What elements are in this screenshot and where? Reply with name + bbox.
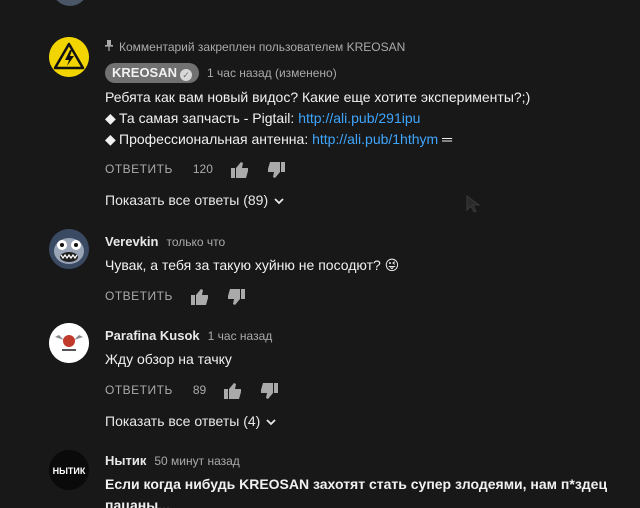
comment-text: Ребята как вам новый видос? Какие еще хо… (105, 87, 620, 150)
comments-section: Комментарий закреплен пользователем KREO… (0, 0, 640, 508)
reply-button[interactable]: ОТВЕТИТЬ (105, 286, 173, 306)
dislike-icon[interactable] (227, 288, 245, 305)
avatar[interactable] (52, 0, 88, 6)
svg-text:НЫТИК: НЫТИК (53, 466, 86, 476)
mouse-cursor-icon (466, 195, 482, 213)
chevron-down-icon (274, 190, 284, 210)
reply-button[interactable]: ОТВЕТИТЬ (105, 380, 173, 400)
diamond-icon: ◆ (105, 131, 116, 147)
comment-timestamp[interactable]: 1 час назад (208, 329, 273, 343)
verified-check-icon: ✓ (180, 69, 193, 81)
comment-author[interactable]: Verevkin (105, 234, 159, 249)
avatar[interactable] (49, 229, 89, 269)
nytik-logo-icon: НЫТИК (49, 450, 89, 490)
like-count: 89 (192, 383, 207, 397)
avatar[interactable] (49, 323, 89, 363)
like-icon[interactable] (230, 161, 249, 178)
antenna-link[interactable]: http://ali.pub/1hthym (312, 131, 438, 147)
monster-face-icon (49, 229, 89, 269)
pigtail-link[interactable]: http://ali.pub/291ipu (298, 110, 420, 126)
diamond-icon: ◆ (105, 110, 116, 126)
reply-button[interactable]: ОТВЕТИТЬ (105, 159, 173, 179)
avatar[interactable] (49, 37, 89, 77)
comment-timestamp[interactable]: 1 час назад (изменено) (207, 66, 337, 80)
dislike-icon[interactable] (260, 382, 279, 399)
comment-text: Если когда нибудь KREOSAN захотят стать … (105, 476, 608, 508)
comment-actions: ОТВЕТИТЬ 89 (105, 380, 620, 400)
comment-actions: ОТВЕТИТЬ (105, 286, 620, 306)
like-count: 120 (192, 162, 213, 176)
comment-author[interactable]: Нытик (105, 453, 146, 468)
show-replies-button[interactable]: Показать все ответы (89) (105, 190, 620, 210)
like-icon[interactable] (190, 288, 209, 305)
comment-timestamp[interactable]: 50 минут назад (154, 454, 239, 468)
pinned-label: Комментарий закреплен пользователем KREO… (105, 39, 620, 55)
avatar[interactable]: НЫТИК (49, 450, 89, 490)
comment-actions: ОТВЕТИТЬ 120 (105, 159, 620, 179)
winking-tongue-emoji: 😜 (384, 257, 400, 273)
pin-icon (105, 39, 115, 55)
like-icon[interactable] (224, 382, 242, 399)
author-badge[interactable]: KREOSAN ✓ (105, 63, 200, 83)
comment-timestamp[interactable]: только что (167, 235, 226, 249)
comment-text: Чувак, а тебя за такую хуйню не посодют?… (105, 257, 400, 273)
chevron-down-icon (266, 411, 276, 431)
comment-author[interactable]: Parafina Kusok (105, 328, 200, 343)
high-voltage-icon (49, 37, 89, 77)
comment-text: Жду обзор на тачку (105, 351, 232, 367)
dislike-icon[interactable] (267, 161, 285, 178)
show-replies-button[interactable]: Показать все ответы (4) (105, 411, 620, 431)
winged-logo-icon (49, 323, 89, 363)
